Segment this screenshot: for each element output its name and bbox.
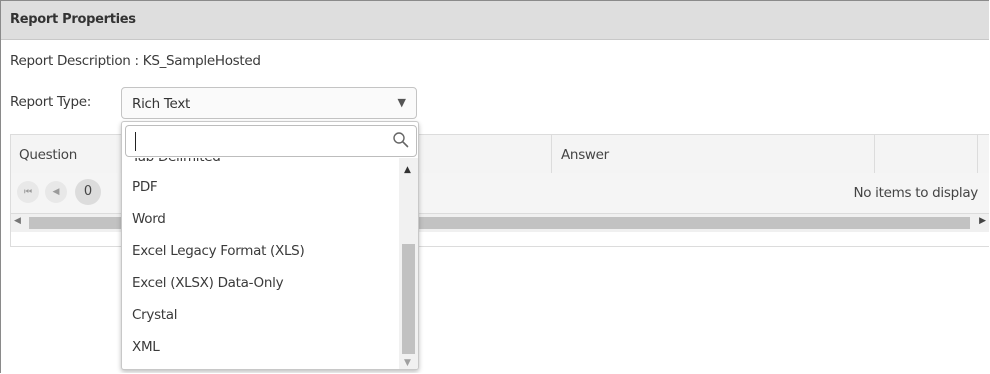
scroll-left-icon[interactable]: ◀ — [14, 216, 21, 226]
option-excel-legacy-xls[interactable]: Excel Legacy Format (XLS) — [122, 236, 398, 267]
option-xml[interactable]: XML — [122, 332, 398, 363]
option-tab-delimited[interactable]: Tab Delimited — [122, 158, 398, 173]
current-page-number[interactable]: 0 — [75, 179, 101, 205]
option-pdf[interactable]: PDF — [122, 172, 398, 203]
option-crystal[interactable]: Crystal — [122, 300, 398, 331]
no-items-message: No items to display — [853, 185, 978, 201]
title-bar: Report Properties — [1, 1, 989, 40]
panel-title: Report Properties — [10, 12, 136, 27]
option-excel-xlsx-data-only[interactable]: Excel (XLSX) Data-Only — [122, 268, 398, 299]
option-list-scrollbar[interactable]: ▲ ▼ — [399, 158, 418, 369]
report-properties-panel: Report Properties Report Description : K… — [0, 0, 989, 373]
scroll-down-icon[interactable]: ▼ — [404, 358, 411, 368]
column-divider — [977, 135, 978, 173]
column-header-answer[interactable]: Answer — [561, 147, 609, 163]
text-cursor — [135, 132, 136, 151]
vertical-scroll-thumb[interactable] — [402, 244, 415, 354]
scroll-right-icon[interactable]: ▶ — [979, 216, 986, 226]
search-icon[interactable] — [392, 131, 410, 149]
report-type-dropdown[interactable]: Rich Text ▼ — [121, 87, 417, 119]
column-divider — [874, 135, 875, 173]
previous-page-icon[interactable]: ◀ — [45, 181, 67, 203]
report-type-selected-value: Rich Text — [132, 96, 191, 112]
option-search-input[interactable] — [134, 131, 378, 153]
option-search-box[interactable] — [125, 125, 417, 157]
option-list: Tab Delimited PDF Word Excel Legacy Form… — [122, 158, 398, 369]
report-type-label: Report Type: — [10, 94, 91, 110]
option-word[interactable]: Word — [122, 204, 398, 235]
column-divider — [551, 135, 552, 173]
report-description: Report Description : KS_SampleHosted — [10, 53, 261, 69]
first-page-icon[interactable]: ⏮ — [17, 181, 39, 203]
dropdown-arrow-icon[interactable]: ▼ — [398, 96, 406, 109]
column-header-question[interactable]: Question — [19, 147, 77, 163]
scroll-up-icon[interactable]: ▲ — [404, 165, 411, 175]
report-type-options-popup: Tab Delimited PDF Word Excel Legacy Form… — [121, 121, 419, 370]
